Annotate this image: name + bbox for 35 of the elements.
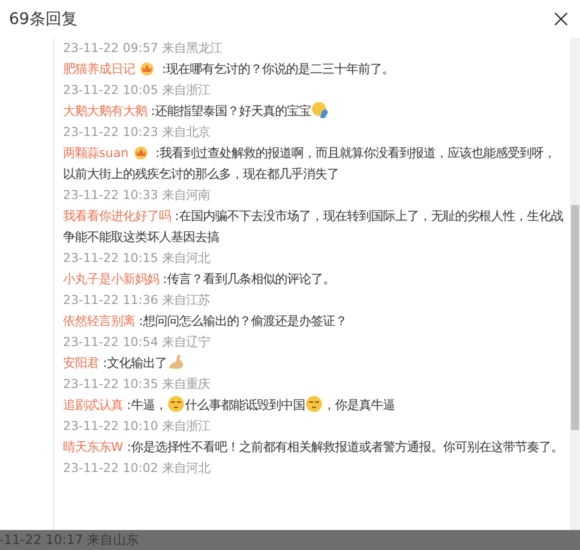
reply-author[interactable]: 晴天东东W (63, 440, 124, 454)
scrollbar[interactable] (570, 38, 580, 530)
reply-author[interactable]: 我看看你进化好了吗 (63, 209, 171, 223)
reply-comment: 依然轻言别离 :想问问怎么输出的？偷渡还是办签证？ (63, 313, 348, 330)
reply-timestamp: 23-11-22 10:35 来自重庆 (63, 376, 212, 393)
reply-timestamp: 23-11-22 10:33 来自河南 (63, 187, 212, 204)
smirk-emoji-icon (305, 395, 324, 413)
reply-timestamp: 23-11-22 09:57 来自黑龙江 (63, 40, 224, 57)
reply-timestamp: 23-11-22 10:05 来自浙江 (63, 82, 212, 99)
reply-comment: 肥猫养成日记 :现在哪有乞讨的？你说的是二三十年前了。 (63, 59, 396, 78)
reply-comment: 两颗蒜suan :我看到过查处解救的报道啊，而且就算你没看到报道，应该也能感受到呀，以前大街上的残疾乞讨的那么多，现在都几乎消失了 (63, 143, 557, 183)
reply-timestamp: 23-11-22 10:02 来自河北 (63, 460, 212, 477)
close-icon[interactable] (552, 10, 570, 28)
reply-author[interactable]: 追剧忒认真 (63, 398, 123, 412)
reply-author[interactable]: 肥猫养成日记 (63, 62, 135, 76)
reply-author[interactable]: 小丸子是小新妈妈 (63, 272, 159, 286)
reply-timestamp: 23-11-22 11:36 来自江苏 (63, 292, 212, 309)
reply-author[interactable]: 大鹅大鹅有大鹅 (63, 104, 147, 118)
reply-comment: 我看看你进化好了吗 :在国内骗不下去没市场了，现在转到国际上了，无耻的劣根人性，生化战争能不能取这类坏人基因去搞 (63, 208, 564, 246)
reply-author[interactable]: 安阳君 (63, 356, 99, 370)
reply-author[interactable]: 两颗蒜suan (63, 146, 129, 160)
smirk-emoji-icon (167, 395, 186, 413)
reply-timestamp: 23-11-22 10:10 来自浙江 (63, 418, 212, 435)
reply-comment: 安阳君 :文化输出了 (63, 353, 564, 374)
reply-timestamp: 23-11-22 10:54 来自辽宁 (63, 334, 212, 351)
dialog-title: 69条回复 (9, 8, 78, 30)
reply-comment: 追剧忒认真 :牛逼， 什么事都能诋毁到中国 ，你是真牛逼 (63, 395, 564, 416)
reply-comment: 小丸子是小新妈妈 :传言？看到几条相似的评论了。 (63, 271, 336, 288)
flexed-arm-icon (167, 353, 186, 371)
reply-comment: 大鹅大鹅有大鹅 :还能指望泰国？好天真的宝宝 (63, 101, 564, 122)
reply-timestamp: 23-11-22 10:23 来自北京 (63, 124, 212, 141)
facepalm-emoji-icon (311, 101, 330, 119)
reply-timestamp: 23-11-22 10:15 来自河北 (63, 250, 212, 267)
reply-comment: 晴天东东W :你是选择性不看吧！之前都有相关解救报道或者警方通报。你可别在这带节奏了。 (63, 439, 564, 456)
reply-author[interactable]: 依然轻言别离 (63, 314, 135, 328)
